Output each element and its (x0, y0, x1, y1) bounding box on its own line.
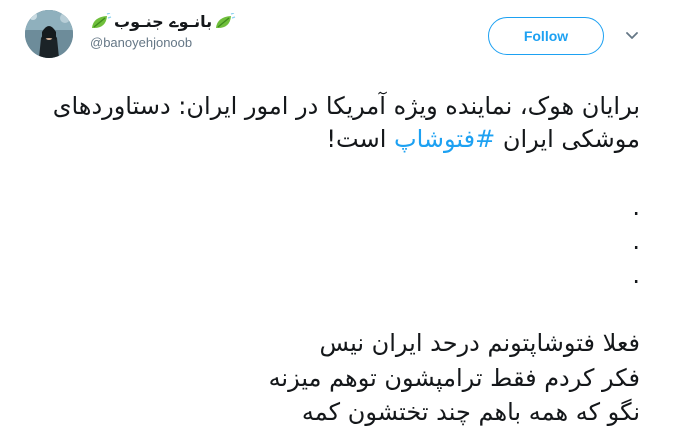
tweet-author: بانـوے جنـوب @banoyehjonoob (90, 12, 236, 50)
avatar[interactable] (25, 10, 73, 58)
tweet-line: فکر کردم فقط ترامپشون توهم میزنه (268, 364, 640, 392)
tweet-text: است! (326, 125, 394, 153)
tweet-line: نگو که همه باهم چند تختشون کمه (301, 398, 640, 426)
follow-button[interactable]: Follow (488, 17, 604, 55)
user-handle[interactable]: @banoyehjonoob (90, 35, 236, 50)
avatar-image (25, 10, 73, 58)
tweet-text: موشکی ایران (495, 125, 640, 153)
hashtag-link[interactable]: #فتوشاپ (394, 125, 495, 153)
leaf-fluttering-icon (216, 13, 236, 28)
tweet-line: موشکی ایران #فتوشاپ است! (30, 123, 640, 156)
display-name[interactable]: بانـوے جنـوب (114, 12, 212, 32)
tweet-dot: . (632, 193, 640, 221)
leaf-fluttering-icon (92, 13, 112, 28)
tweet-line: فعلا فتوشاپتونم درحد ایران نیس (319, 329, 640, 357)
tweet-dot: . (632, 227, 640, 255)
chevron-down-icon[interactable] (624, 28, 640, 44)
tweet-dot: . (632, 261, 640, 289)
tweet-line: برایان هوک، نماینده ویژه آمریکا در امور … (52, 92, 640, 120)
display-name-row[interactable]: بانـوے جنـوب (90, 12, 236, 32)
